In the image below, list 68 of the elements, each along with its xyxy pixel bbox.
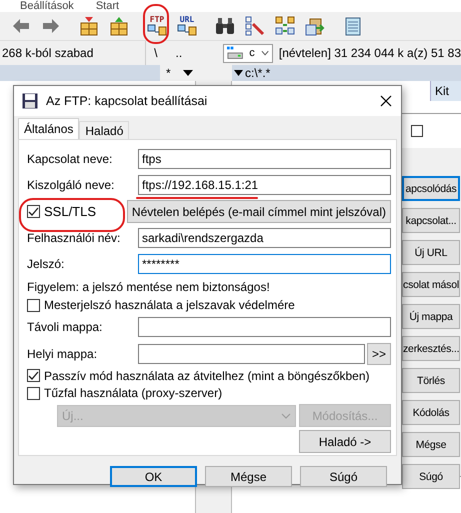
dialog-title: Az FTP: kapcsolat beállításai	[46, 94, 208, 108]
text-field[interactable]	[138, 344, 365, 364]
tab[interactable]: Általános	[18, 118, 80, 139]
package-icon	[109, 16, 129, 36]
window-button[interactable]: Új URL	[402, 240, 460, 265]
window-button[interactable]: Súgó	[402, 464, 460, 489]
window-button[interactable]: zerkesztés...	[402, 336, 460, 361]
maximize-button[interactable]	[411, 125, 423, 137]
checkbox[interactable]	[27, 369, 40, 382]
text-field[interactable]: sarkadi\rendszergazda	[138, 228, 391, 248]
clipboard-arrow-icon	[305, 16, 325, 36]
warning-text: Figyelem: a jelszó mentése nem biztonságos!	[27, 280, 270, 294]
field-label: Jelszó:	[27, 257, 66, 272]
browse-button[interactable]: >>	[367, 342, 391, 365]
checkbox-label: Passzív mód használata az átvitelhez (mint a böngészőkben)	[44, 368, 370, 383]
toolbar-button[interactable]: FTP	[142, 13, 172, 39]
window-button[interactable]: csolat másol	[402, 272, 460, 297]
checkbox[interactable]	[27, 205, 40, 218]
notepad-icon	[344, 16, 362, 36]
free-space-text: 268 k-ból szabad	[1, 46, 94, 60]
advanced-button[interactable]: Haladó ->	[299, 430, 391, 454]
toolbar-button[interactable]: URL	[172, 13, 202, 39]
root-dir-button[interactable]: \	[154, 46, 158, 60]
anonymous-login-button[interactable]: Névtelen belépés (e-mail címmel mint jelszóval)	[126, 200, 391, 224]
window-button[interactable]: kapcsolat...	[402, 208, 460, 233]
text-field[interactable]: ftps	[138, 149, 391, 170]
checkbox-label: Tűzfal használata (proxy-szerver)	[44, 386, 222, 400]
text-field[interactable]	[138, 317, 391, 338]
dropdown-arrow-icon[interactable]	[182, 70, 193, 76]
drive-icon	[226, 46, 244, 60]
drive-dropdown[interactable]: c	[222, 44, 273, 62]
dialog-button[interactable]: Mégse	[205, 466, 292, 487]
menu-item[interactable]: Beállítások	[20, 0, 74, 12]
binoculars-icon	[215, 17, 235, 35]
path-text: c:\*.*	[245, 66, 270, 80]
tab[interactable]: Haladó	[79, 121, 130, 139]
field-label: Felhasználói név:	[27, 231, 122, 246]
window-button[interactable]: Új mappa	[402, 304, 460, 329]
window-button[interactable]: Törlés	[402, 368, 460, 393]
text-field[interactable]: ********	[138, 254, 391, 274]
close-icon	[380, 95, 392, 107]
field-label: Kiszolgáló neve:	[27, 178, 116, 192]
field-label: Helyi mappa:	[27, 346, 98, 361]
window-button[interactable]: Kódolás	[402, 400, 460, 425]
chevron-down-icon	[281, 412, 291, 419]
right-arrow-icon	[43, 19, 59, 33]
window-button[interactable]: Mégse	[402, 432, 460, 457]
parent-dir-button[interactable]: ..	[175, 46, 182, 60]
left-arrow-icon	[13, 19, 29, 33]
text-field[interactable]: ftps://192.168.15.1:21	[138, 175, 391, 196]
checkbox[interactable]	[27, 386, 40, 400]
checkbox-label: SSL/TLS	[44, 204, 96, 220]
sync-folders-icon	[275, 16, 295, 36]
chevron-down-icon	[260, 50, 269, 56]
checkbox[interactable]	[27, 298, 40, 312]
disk-info-text: [névtelen] 31 234 044 k a(z) 51 83	[278, 46, 461, 60]
dropdown-arrow-icon[interactable]	[234, 70, 243, 76]
file-list-pencil-icon	[245, 16, 265, 36]
menu-item[interactable]: Start	[96, 0, 120, 12]
checkbox-label: Mesterjelszó használata a jelszavak védelmére	[44, 298, 295, 312]
dialog-button[interactable]: OK	[110, 466, 197, 487]
filter-text[interactable]: *	[166, 66, 171, 80]
window-button[interactable]: apcsolódás	[402, 176, 460, 201]
tab[interactable]: Kit	[430, 81, 461, 101]
dialog-button[interactable]: Súgó	[300, 466, 387, 487]
field-label: Távoli mappa:	[27, 320, 104, 334]
package-icon	[79, 16, 99, 36]
field-label: Kapcsolat neve:	[27, 152, 114, 166]
